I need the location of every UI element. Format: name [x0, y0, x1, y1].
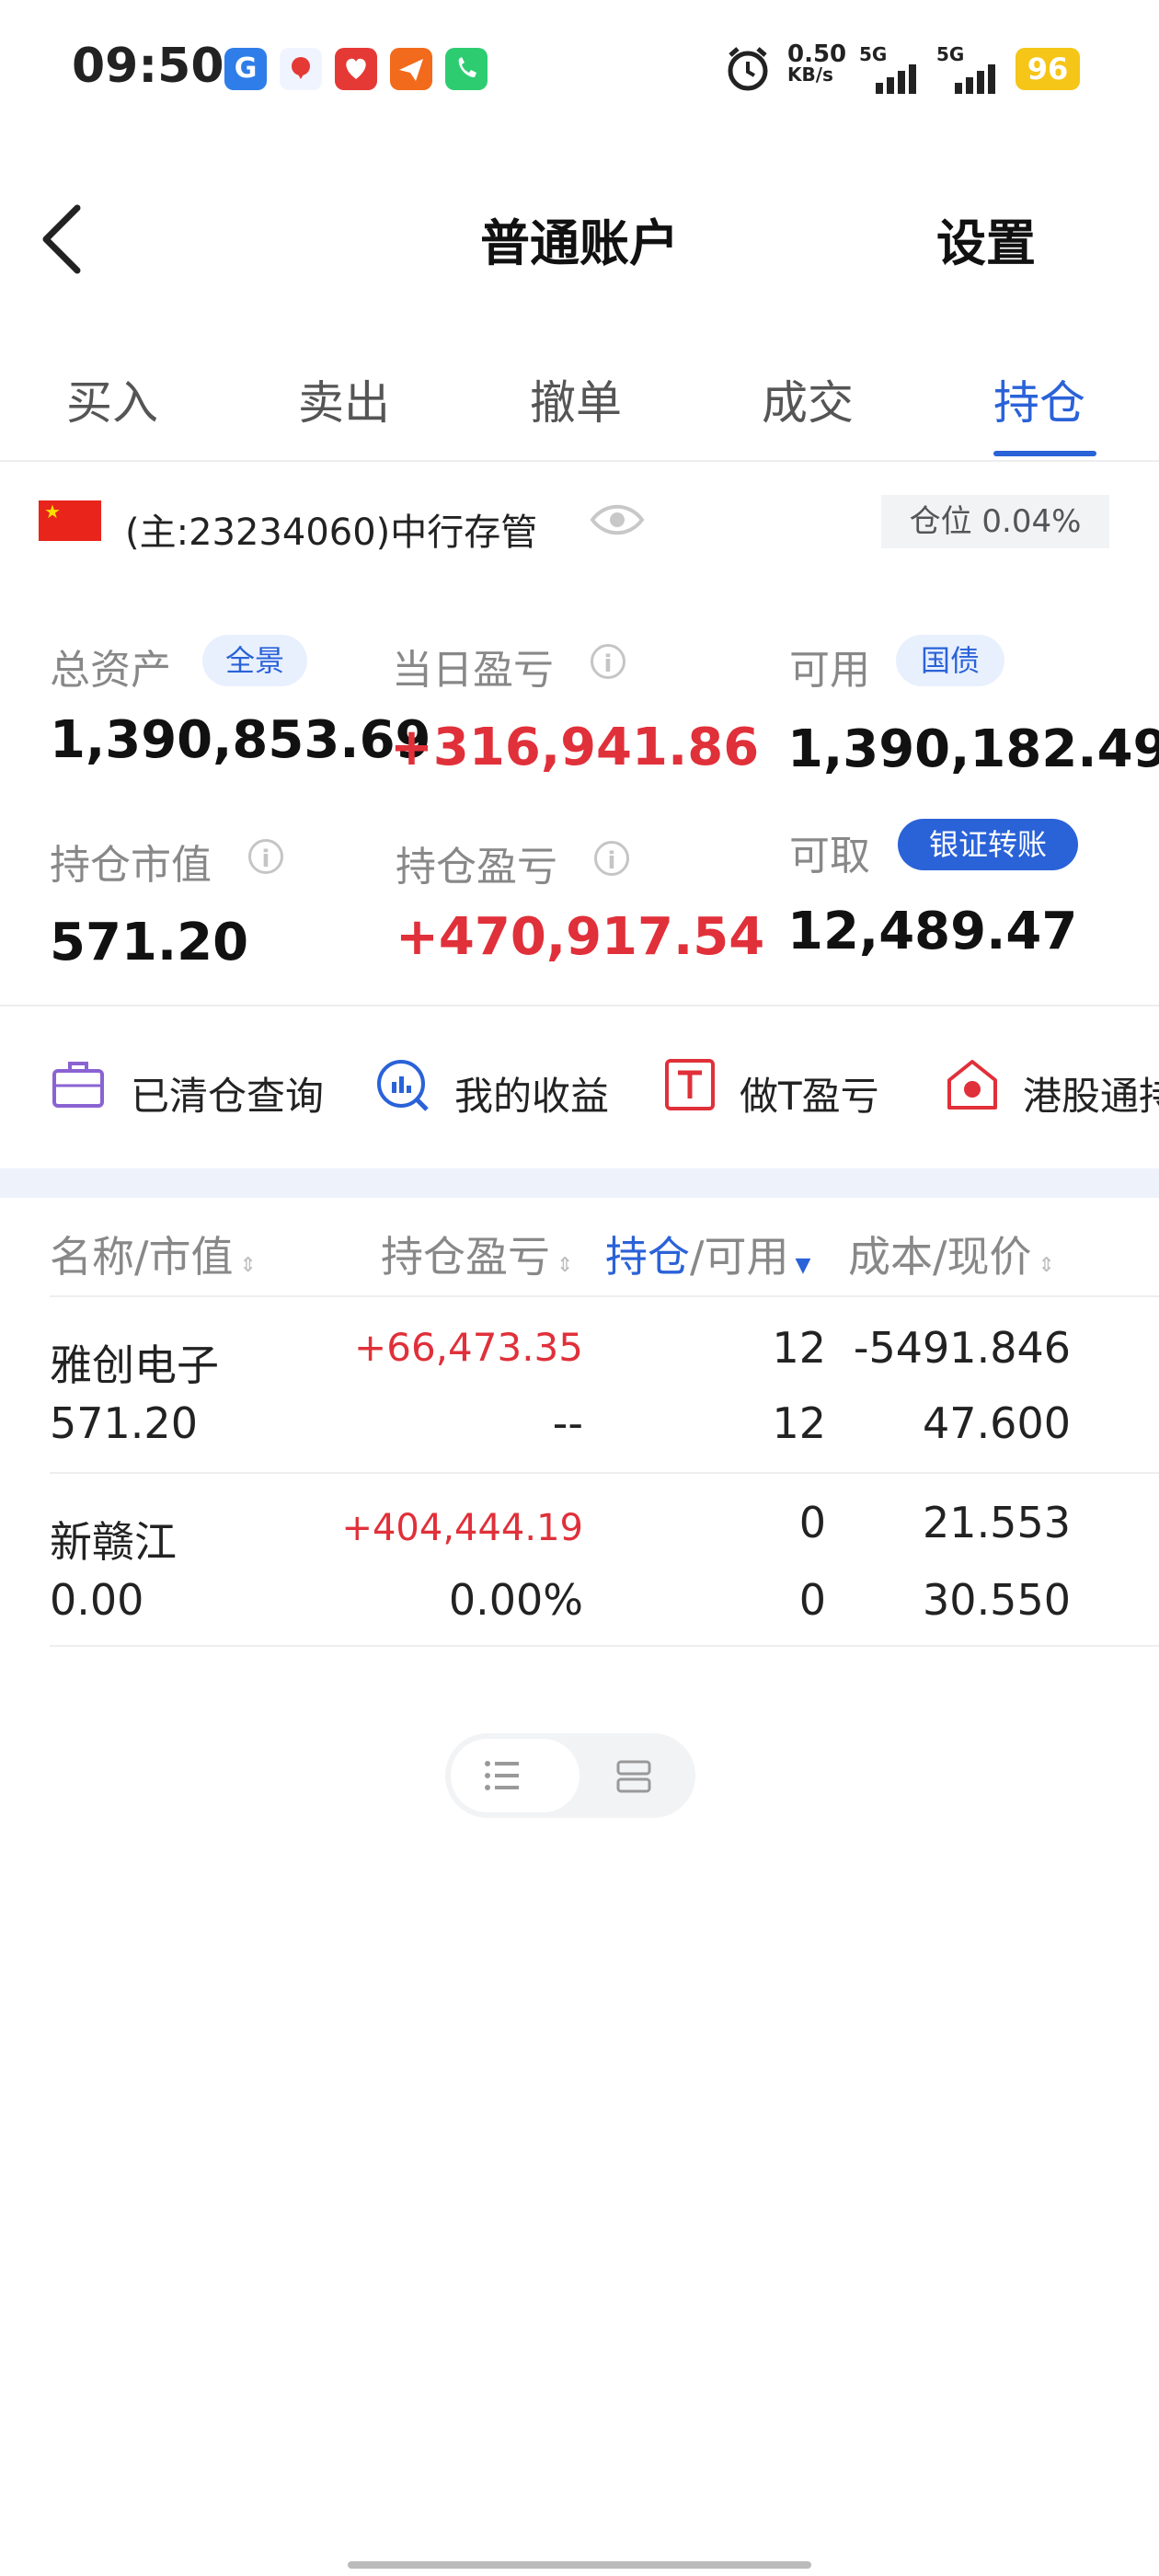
- position-pnl-value: +470,917.54: [396, 907, 765, 967]
- total-assets-value: 1,390,853.69: [50, 710, 431, 770]
- table-row[interactable]: 新赣江 0.00 +404,444.19 0.00% 0 0 21.553 30…: [0, 1474, 1159, 1645]
- holding-qty: 12: [772, 1323, 826, 1373]
- tab-holdings[interactable]: 持仓: [993, 366, 1085, 432]
- divider: [50, 1645, 1159, 1647]
- daily-pnl-label: 当日盈亏: [392, 647, 554, 694]
- available-value: 1,390,182.49: [787, 719, 1159, 779]
- account-label[interactable]: (主:23234060)中行存管: [125, 502, 537, 556]
- divider: [0, 460, 1159, 462]
- market-value: 571.20: [50, 1398, 198, 1448]
- settings-button[interactable]: 设置: [936, 202, 1036, 275]
- my-earnings[interactable]: 我的收益: [454, 1065, 609, 1121]
- hk-home-icon[interactable]: [946, 1058, 999, 1115]
- col-cost-header[interactable]: 成本/现价 ⇕: [848, 1224, 1055, 1284]
- t-box-icon[interactable]: [664, 1058, 716, 1115]
- phone-app-icon: [445, 48, 488, 90]
- signal-bars-1-icon: [876, 63, 927, 98]
- available-qty: 12: [772, 1398, 826, 1448]
- battery-indicator: 96: [1016, 48, 1080, 90]
- sort-icon: ⇕: [233, 1254, 257, 1277]
- signal-label-2: 5G: [936, 43, 965, 65]
- total-assets-label: 总资产: [50, 647, 171, 694]
- sort-icon: ⇕: [550, 1254, 574, 1277]
- tab-sell[interactable]: 卖出: [298, 366, 390, 432]
- cost-price: -5491.846: [853, 1323, 1071, 1373]
- tab-cancel[interactable]: 撤单: [530, 366, 622, 432]
- china-flag-icon: ★: [39, 500, 101, 541]
- alarm-icon: [723, 44, 773, 98]
- panorama-badge[interactable]: 全景: [202, 635, 307, 686]
- cleared-positions-query[interactable]: 已清仓查询: [131, 1065, 324, 1121]
- stock-name: 雅创电子: [50, 1340, 219, 1390]
- holding-qty: 0: [798, 1498, 826, 1547]
- view-toggle[interactable]: [445, 1733, 695, 1818]
- position-pnl-label: 持仓盈亏: [396, 844, 557, 891]
- bank-transfer-button[interactable]: 银证转账: [898, 819, 1078, 870]
- col-hold-label: 持仓: [605, 1232, 690, 1282]
- col-pnl-label: 持仓盈亏: [381, 1232, 550, 1282]
- sort-desc-icon: ▼: [788, 1254, 811, 1277]
- col-pnl-header[interactable]: 持仓盈亏 ⇕: [381, 1224, 573, 1284]
- col-name-label: 名称/市值: [50, 1232, 234, 1282]
- position-pnl: +66,473.35: [354, 1325, 583, 1370]
- card-view-icon[interactable]: [616, 1759, 651, 1798]
- table-row[interactable]: 雅创电子 571.20 +66,473.35 -- 12 12 -5491.84…: [0, 1297, 1159, 1472]
- stock-name: 新赣江: [50, 1517, 177, 1567]
- info-icon[interactable]: i: [248, 839, 283, 874]
- status-time: 09:50: [72, 39, 224, 94]
- treasury-badge[interactable]: 国债: [896, 635, 1004, 686]
- info-icon[interactable]: i: [591, 644, 625, 679]
- map-app-icon: [280, 48, 322, 90]
- tab-deals[interactable]: 成交: [762, 366, 854, 432]
- col-cost-label: 成本/现价: [848, 1232, 1032, 1282]
- divider: [0, 1005, 1159, 1006]
- briefcase-icon[interactable]: [52, 1058, 105, 1113]
- current-price: 47.600: [923, 1398, 1071, 1448]
- col-hold-header[interactable]: 持仓/可用 ▼: [605, 1224, 810, 1284]
- shopping-app-icon: [335, 48, 377, 90]
- signal-label-1: 5G: [859, 43, 888, 65]
- tab-buy[interactable]: 买入: [66, 366, 158, 432]
- section-separator: [0, 1168, 1159, 1198]
- eye-icon[interactable]: [589, 500, 646, 543]
- daily-pnl-value: +316,941.86: [390, 718, 760, 777]
- position-pnl-pct: 0.00%: [448, 1575, 583, 1625]
- market-value-value: 571.20: [50, 913, 249, 972]
- active-tab-indicator: [993, 451, 1096, 456]
- col-avail-label: /可用: [690, 1232, 789, 1282]
- position-pnl: +404,444.19: [341, 1507, 583, 1549]
- send-app-icon: [390, 48, 432, 90]
- withdrawable-label: 可取: [789, 833, 870, 880]
- col-name-header[interactable]: 名称/市值 ⇕: [50, 1224, 257, 1284]
- position-ratio-badge: 仓位 0.04%: [881, 495, 1109, 548]
- home-indicator[interactable]: [348, 2561, 811, 2569]
- market-value: 0.00: [50, 1575, 144, 1625]
- info-icon[interactable]: i: [594, 841, 629, 876]
- market-value-label: 持仓市值: [50, 842, 212, 889]
- position-pnl-pct: --: [552, 1398, 583, 1448]
- chart-search-icon[interactable]: [375, 1058, 430, 1117]
- app-icon-1: G: [224, 48, 267, 90]
- signal-bars-2-icon: [955, 63, 1006, 98]
- net-speed-value: 0.50: [787, 40, 847, 68]
- available-label: 可用: [789, 647, 870, 694]
- list-view-icon[interactable]: [484, 1759, 521, 1796]
- current-price: 30.550: [923, 1575, 1071, 1625]
- withdrawable-value: 12,489.47: [787, 902, 1078, 961]
- day-trade-pnl[interactable]: 做T盈亏: [740, 1065, 879, 1121]
- hk-connect-holdings[interactable]: 港股通持: [1023, 1065, 1159, 1121]
- available-qty: 0: [798, 1575, 826, 1625]
- cost-price: 21.553: [923, 1498, 1071, 1547]
- sort-icon: ⇕: [1031, 1254, 1055, 1277]
